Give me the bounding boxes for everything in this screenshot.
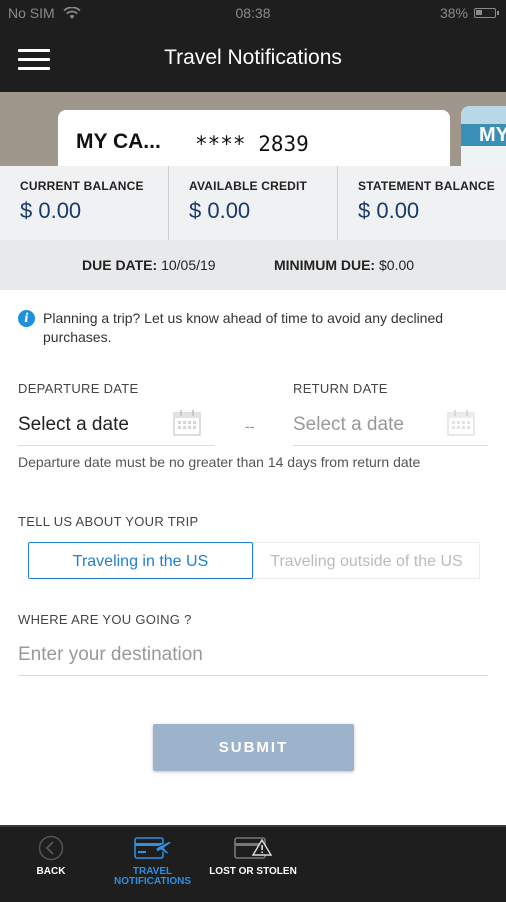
info-icon: i xyxy=(18,310,35,327)
back-icon xyxy=(38,835,64,861)
balance-value: $ 0.00 xyxy=(358,198,420,223)
balance-label: AVAILABLE CREDIT xyxy=(189,179,308,193)
app-header: Travel Notifications xyxy=(0,26,506,92)
nav-travel-label: TRAVEL NOTIFICATIONS xyxy=(113,866,192,887)
balance-label: CURRENT BALANCE xyxy=(20,179,144,193)
departure-date-field[interactable]: Select a date xyxy=(18,405,215,446)
balance-value: $ 0.00 xyxy=(20,198,82,223)
bottom-nav: BACK TRAVEL NOTIFICATIONS LOST OR STOLEN xyxy=(0,825,506,902)
current-balance: CURRENT BALANCE $ 0.00 xyxy=(0,166,168,240)
departure-date-value: Select a date xyxy=(18,414,129,435)
return-date-field[interactable]: Select a date xyxy=(293,405,488,446)
destination-label: WHERE ARE YOU GOING ? xyxy=(18,612,192,627)
minimum-due-label: MINIMUM DUE: xyxy=(274,257,376,273)
card-carousel[interactable]: MY CA... **** 2839 MY xyxy=(0,92,506,166)
battery-fill xyxy=(476,10,482,15)
due-summary: DUE DATE: 10/05/19 MINIMUM DUE: $0.00 xyxy=(0,240,506,290)
destination-input[interactable] xyxy=(18,635,488,676)
info-text: Planning a trip? Let us know ahead of ti… xyxy=(43,310,444,345)
credit-card[interactable]: MY CA... **** 2839 xyxy=(58,110,450,166)
submit-button[interactable]: SUBMIT xyxy=(153,724,354,771)
balance-summary: CURRENT BALANCE $ 0.00 AVAILABLE CREDIT … xyxy=(0,166,506,241)
minimum-due-value: $0.00 xyxy=(379,257,415,273)
nav-lost-label: LOST OR STOLEN xyxy=(209,866,297,877)
next-card-label: MY xyxy=(479,124,506,146)
page-title: Travel Notifications xyxy=(164,46,342,69)
warning-card-icon xyxy=(234,837,273,859)
minimum-due: MINIMUM DUE: $0.00 xyxy=(274,257,414,273)
date-hint: Departure date must be no greater than 1… xyxy=(18,454,421,470)
due-date-label: DUE DATE: xyxy=(82,257,158,273)
nav-travel-notifications[interactable]: TRAVEL NOTIFICATIONS xyxy=(105,827,200,902)
due-date-value: 10/05/19 xyxy=(161,257,216,273)
next-card[interactable]: MY xyxy=(461,106,506,166)
status-bar: No SIM 08:38 38% xyxy=(0,0,506,26)
battery-percent: 38% xyxy=(439,5,468,21)
clock: 08:38 xyxy=(235,5,271,21)
statement-balance: STATEMENT BALANCE $ 0.00 xyxy=(337,166,506,240)
balance-value: $ 0.00 xyxy=(189,198,251,223)
nav-lost-or-stolen[interactable]: LOST OR STOLEN xyxy=(205,827,301,902)
return-date-label: RETURN DATE xyxy=(293,381,388,396)
date-separator: -- xyxy=(245,418,255,434)
card-number: **** 2839 xyxy=(195,132,309,156)
info-message: i Planning a trip? Let us know ahead of … xyxy=(18,309,488,347)
traveling-us-option[interactable]: Traveling in the US xyxy=(28,542,253,579)
departure-date-label: DEPARTURE DATE xyxy=(18,381,139,396)
balance-label: STATEMENT BALANCE xyxy=(358,179,495,193)
due-date: DUE DATE: 10/05/19 xyxy=(82,257,216,273)
available-credit: AVAILABLE CREDIT $ 0.00 xyxy=(168,166,337,240)
nav-back[interactable]: BACK xyxy=(20,827,82,902)
calendar-icon[interactable] xyxy=(173,409,201,436)
trip-type-label: TELL US ABOUT YOUR TRIP xyxy=(18,514,199,529)
return-date-value: Select a date xyxy=(293,414,404,435)
traveling-outside-us-option[interactable]: Traveling outside of the US xyxy=(253,542,480,579)
nav-back-label: BACK xyxy=(36,866,66,877)
battery-icon xyxy=(474,8,499,18)
plane-card-icon xyxy=(133,837,172,859)
calendar-icon[interactable] xyxy=(447,409,475,436)
card-name: MY CA... xyxy=(76,130,161,153)
